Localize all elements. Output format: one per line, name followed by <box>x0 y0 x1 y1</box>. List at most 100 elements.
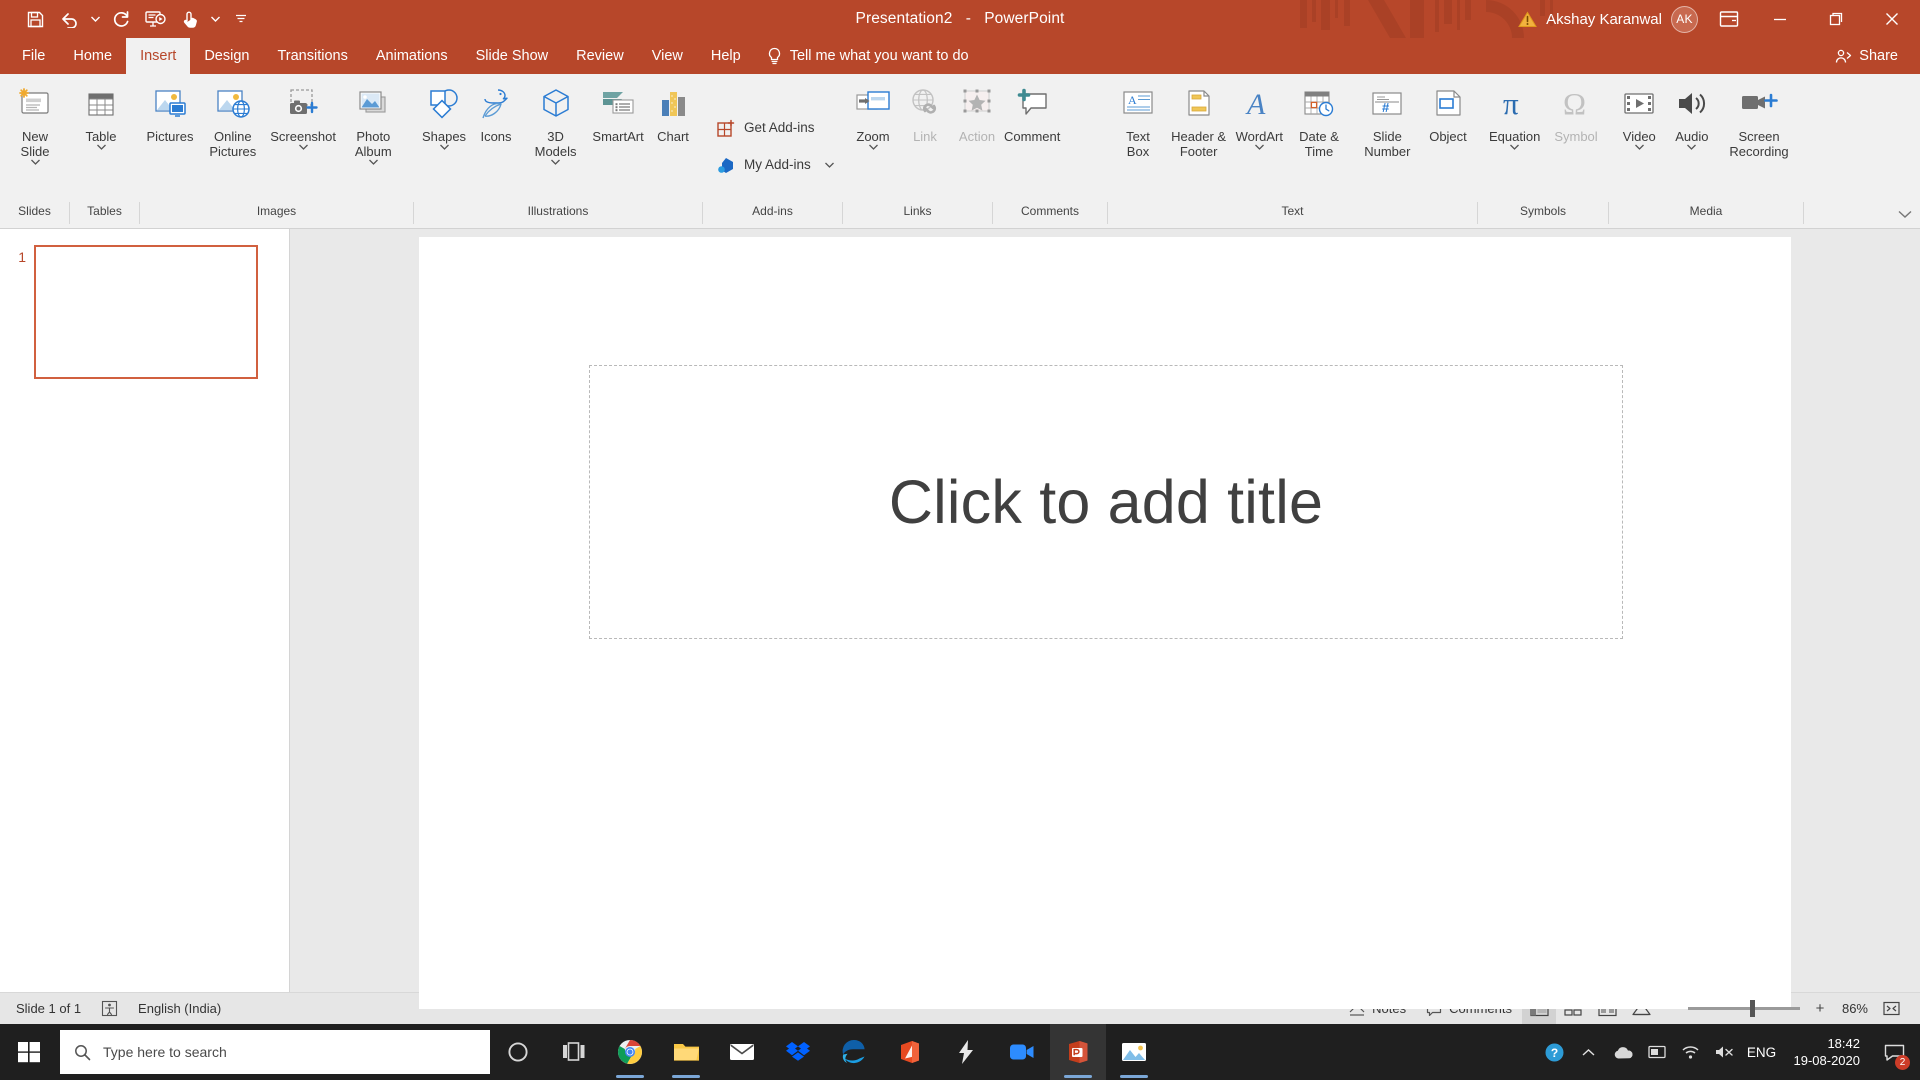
avatar[interactable]: AK <box>1671 5 1698 33</box>
chart-button[interactable]: Chart <box>647 78 699 202</box>
language-indicator[interactable]: ENG <box>1742 1024 1782 1080</box>
search-input[interactable]: Type here to search <box>60 1030 490 1074</box>
taskbar-item-task-view[interactable] <box>546 1024 602 1080</box>
show-hidden-icons[interactable] <box>1572 1024 1606 1080</box>
taskbar-item-dropbox[interactable] <box>770 1024 826 1080</box>
slideshow-icon[interactable] <box>138 4 172 34</box>
smartart-button[interactable]: SmartArt <box>589 78 647 202</box>
help-support-icon[interactable]: ? <box>1538 1024 1572 1080</box>
audio-button[interactable]: Audio <box>1666 78 1719 202</box>
date-time-button[interactable]: Date & Time <box>1285 78 1352 202</box>
video-button[interactable]: Video <box>1613 78 1666 202</box>
close-button[interactable] <box>1864 0 1920 38</box>
zoom-slider-thumb[interactable] <box>1750 1000 1755 1017</box>
new-slide-button[interactable]: New Slide <box>4 78 66 202</box>
tab-insert[interactable]: Insert <box>126 38 191 74</box>
title-placeholder-box[interactable]: Click to add title <box>589 365 1623 639</box>
accessibility-status[interactable] <box>91 993 128 1025</box>
taskbar-item-powerpoint[interactable] <box>1050 1024 1106 1080</box>
zoom-in-button[interactable]: + <box>1810 1000 1830 1017</box>
minimize-button[interactable] <box>1752 0 1808 38</box>
screen-recording-button[interactable]: Screen Recording <box>1718 78 1800 202</box>
video-dropdown-icon[interactable] <box>1634 144 1644 157</box>
taskbar-item-microsoft-edge[interactable] <box>826 1024 882 1080</box>
screenshot-dropdown-icon[interactable] <box>298 144 308 157</box>
tray-window-icon[interactable] <box>1640 1024 1674 1080</box>
equation-button[interactable]: π Equation <box>1482 78 1547 202</box>
tab-transitions[interactable]: Transitions <box>263 38 361 74</box>
tab-help[interactable]: Help <box>697 38 755 74</box>
shapes-dropdown-icon[interactable] <box>439 144 449 157</box>
ribbon-display-options-icon[interactable] <box>1706 0 1752 38</box>
zoom-button[interactable]: Zoom <box>847 78 899 202</box>
shapes-button[interactable]: Shapes <box>418 78 470 202</box>
tab-slide-show[interactable]: Slide Show <box>462 38 563 74</box>
photo-album-dropdown-icon[interactable] <box>368 159 378 172</box>
undo-icon[interactable] <box>52 4 86 34</box>
search-placeholder: Type here to search <box>103 1044 227 1060</box>
taskbar-item-office[interactable] <box>882 1024 938 1080</box>
slide-thumbnail-row[interactable]: 1 <box>12 245 289 379</box>
my-add-ins-button[interactable]: My Add-ins <box>707 149 843 180</box>
3d-models-dropdown-icon[interactable] <box>551 159 561 172</box>
slide-number-button[interactable]: # Slide Number <box>1353 78 1422 202</box>
photo-album-button[interactable]: Photo Album <box>337 78 410 202</box>
taskbar-item-file-explorer[interactable] <box>658 1024 714 1080</box>
touch-icon[interactable] <box>172 4 206 34</box>
audio-dropdown-icon[interactable] <box>1687 144 1697 157</box>
account-area[interactable]: Akshay Karanwal AK <box>1518 5 1706 33</box>
wifi-icon[interactable] <box>1674 1024 1708 1080</box>
undo-dropdown-icon[interactable] <box>86 4 104 34</box>
tab-view[interactable]: View <box>638 38 697 74</box>
wordart-dropdown-icon[interactable] <box>1254 144 1264 157</box>
pictures-button[interactable]: Pictures <box>144 78 196 202</box>
taskbar-item-photos[interactable] <box>1106 1024 1162 1080</box>
table-dropdown-icon[interactable] <box>96 144 106 157</box>
tab-design[interactable]: Design <box>190 38 263 74</box>
save-icon[interactable] <box>18 4 52 34</box>
touch-dropdown-icon[interactable] <box>206 4 224 34</box>
slide-count-status[interactable]: Slide 1 of 1 <box>6 993 91 1025</box>
equation-dropdown-icon[interactable] <box>1510 144 1520 157</box>
tab-review[interactable]: Review <box>562 38 638 74</box>
slide-canvas[interactable]: Click to add title <box>419 237 1791 1009</box>
taskbar-item-cortana[interactable] <box>490 1024 546 1080</box>
slide-thumbnail-1[interactable] <box>34 245 258 379</box>
taskbar-item-zoom-meetings[interactable] <box>994 1024 1050 1080</box>
object-button[interactable]: Object <box>1422 78 1474 202</box>
zoom-level-label[interactable]: 86% <box>1830 1001 1874 1016</box>
screenshot-button[interactable]: Screenshot <box>270 78 337 202</box>
language-status[interactable]: English (India) <box>128 993 231 1025</box>
get-add-ins-button[interactable]: Get Add-ins <box>707 112 843 143</box>
zoom-dropdown-icon[interactable] <box>868 144 878 157</box>
taskbar-item-mail[interactable] <box>714 1024 770 1080</box>
tab-animations[interactable]: Animations <box>362 38 462 74</box>
share-button[interactable]: Share <box>1821 38 1920 74</box>
onedrive-cloud-icon[interactable] <box>1606 1024 1640 1080</box>
fit-to-window-button[interactable] <box>1874 993 1908 1025</box>
tab-home[interactable]: Home <box>59 38 126 74</box>
action-center-button[interactable]: 2 <box>1872 1024 1916 1080</box>
redo-icon[interactable] <box>104 4 138 34</box>
3d-models-button[interactable]: 3D Models <box>522 78 589 202</box>
zoom-slider[interactable] <box>1688 1000 1800 1017</box>
text-box-button[interactable]: A Text Box <box>1112 78 1164 202</box>
icons-button[interactable]: Icons <box>470 78 522 202</box>
customize-qat-icon[interactable] <box>224 4 258 34</box>
taskbar-item-bolt-app[interactable] <box>938 1024 994 1080</box>
online-pictures-button[interactable]: Online Pictures <box>196 78 270 202</box>
tab-file[interactable]: File <box>8 38 59 74</box>
comment-button[interactable]: Comment <box>997 78 1067 202</box>
speaker-mute-icon[interactable] <box>1708 1024 1742 1080</box>
collapse-ribbon-button[interactable] <box>1898 206 1912 224</box>
new-slide-dropdown-icon[interactable] <box>30 159 40 172</box>
restore-button[interactable] <box>1808 0 1864 38</box>
header-footer-button[interactable]: Header & Footer <box>1164 78 1233 202</box>
table-button[interactable]: Table <box>74 78 128 202</box>
tell-me-search[interactable]: Tell me what you want to do <box>755 38 981 74</box>
start-button[interactable] <box>0 1024 58 1080</box>
taskbar-item-google-chrome[interactable] <box>602 1024 658 1080</box>
wordart-button[interactable]: A WordArt <box>1233 78 1285 202</box>
clock[interactable]: 18:42 19-08-2020 <box>1782 1035 1873 1069</box>
my-add-ins-dropdown-icon[interactable] <box>824 162 834 168</box>
